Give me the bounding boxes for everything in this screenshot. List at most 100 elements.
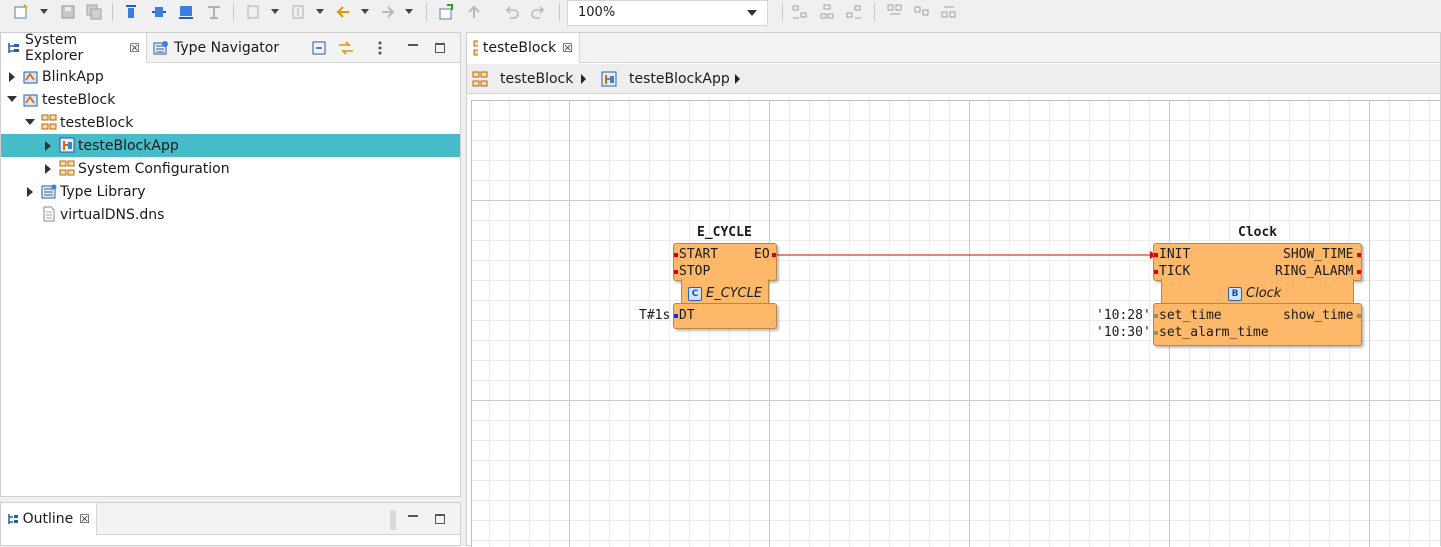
data-input-dt[interactable]: DT [679,308,695,323]
breadcrumb-item-testeblockapp[interactable]: testeBlockApp [601,71,730,87]
event-input-tick[interactable]: TICK [1159,264,1190,279]
new-icon[interactable] [12,3,30,21]
link-with-editor-icon[interactable] [337,39,355,57]
align-middle-icon[interactable] [150,3,168,21]
zoom-dropdown-icon[interactable] [737,1,767,25]
system-configuration-icon [59,160,75,176]
layout-right-icon[interactable] [845,3,863,21]
tree-item-label: Type Library [60,183,146,200]
tree-item-testeblock-system[interactable]: testeBlock [1,88,460,111]
forward-icon[interactable] [379,3,397,21]
event-input-stop[interactable]: STOP [679,264,710,279]
tree-item-label: virtualDNS.dns [60,206,165,223]
match-height-dropdown-icon[interactable] [316,9,324,14]
forward-dropdown-icon[interactable] [405,9,413,14]
event-pin[interactable] [1154,253,1158,257]
tab-outline[interactable]: Outline ☒ [1,503,97,535]
event-pin[interactable] [1154,270,1158,274]
tree-item-blinkapp[interactable]: BlinkApp [1,65,460,88]
parameter-value-dt[interactable]: T#1s [639,308,670,323]
redo-icon[interactable] [529,3,547,21]
event-input-start[interactable]: START [679,247,718,262]
align-bottom-icon[interactable] [177,3,195,21]
layout-top-icon[interactable] [886,3,904,21]
tab-type-navigator[interactable]: Type Navigator [147,33,285,63]
data-pin[interactable] [1154,331,1158,335]
breadcrumb-item-testeblock[interactable]: testeBlock [472,71,573,87]
layout-vcenter-icon[interactable] [913,3,931,21]
event-pin[interactable] [674,253,678,257]
layout-bottom-icon[interactable] [940,3,958,21]
back-icon[interactable] [334,3,352,21]
expand-icon[interactable] [45,141,51,151]
data-input-set-alarm-time[interactable]: set_alarm_time [1159,325,1269,340]
maximize-icon[interactable] [431,510,449,528]
collapse-icon[interactable] [25,119,35,125]
tree-item-type-library[interactable]: Type Library [1,180,460,203]
parameter-value-set-time[interactable]: '10:28' [1096,308,1151,323]
save-all-icon[interactable] [85,3,103,21]
export-icon[interactable] [437,3,455,21]
layout-left-icon[interactable] [791,3,809,21]
basic-type-icon: B [1228,287,1242,301]
save-icon[interactable] [59,3,77,21]
match-height-icon[interactable] [289,3,307,21]
expand-icon[interactable] [45,164,51,174]
tree-item-system-configuration[interactable]: System Configuration [1,157,460,180]
breadcrumb-chevron-icon[interactable] [735,74,740,84]
collapse-icon[interactable] [7,96,17,102]
close-icon[interactable]: ☒ [79,512,90,526]
match-width-dropdown-icon[interactable] [271,9,279,14]
breadcrumb-chevron-icon[interactable] [581,74,586,84]
tree-item-label: testeBlock [42,91,116,108]
back-dropdown-icon[interactable] [361,9,369,14]
outline-tabbar: Outline ☒ [1,503,460,535]
fb-instance-name-e-cycle[interactable]: E_CYCLE [697,225,752,240]
match-width-icon[interactable] [244,3,262,21]
zoom-combo[interactable]: 100% [567,0,768,26]
main-toolbar: 100% [0,0,1441,26]
tree-item-virtualdns[interactable]: virtualDNS.dns [1,203,460,226]
tab-testeblock-editor[interactable]: testeBlock ☒ [467,33,580,63]
tab-system-explorer[interactable]: System Explorer ☒ [1,32,147,64]
breadcrumb: testeBlock testeBlockApp [467,64,1440,94]
event-pin[interactable] [1357,270,1361,274]
application-icon [473,40,478,56]
layout-center-icon[interactable] [818,3,836,21]
data-input-set-time[interactable]: set_time [1159,308,1222,323]
expand-icon[interactable] [27,187,33,197]
close-icon[interactable]: ☒ [129,41,140,55]
outline-icon [8,514,18,524]
collapse-all-icon[interactable] [310,39,328,57]
data-pin[interactable] [1357,314,1361,318]
up-icon[interactable] [465,3,483,21]
data-pin[interactable] [1154,314,1158,318]
event-pin[interactable] [1357,253,1361,257]
data-pin[interactable] [674,314,678,318]
close-icon[interactable]: ☒ [562,41,573,55]
type-navigator-icon [153,41,168,55]
system-icon [23,71,38,84]
data-output-show-time[interactable]: show_time [1283,308,1353,323]
expand-icon[interactable] [9,72,15,82]
view-menu-icon[interactable] [371,39,389,57]
tree-item-testeblock-application[interactable]: testeBlock [1,111,460,134]
new-dropdown-icon[interactable] [40,9,48,14]
tree-item-testeblockapp[interactable]: testeBlockApp [1,134,460,157]
composite-type-icon: C [688,287,702,301]
distribute-icon[interactable] [205,3,223,21]
undo-icon[interactable] [503,3,521,21]
event-output-eo[interactable]: EO [754,247,770,262]
parameter-value-set-alarm-time[interactable]: '10:30' [1096,325,1151,340]
align-top-icon[interactable] [122,3,140,21]
event-input-init[interactable]: INIT [1159,247,1190,262]
minimize-icon[interactable] [404,39,422,57]
maximize-icon[interactable] [431,39,449,57]
event-pin[interactable] [772,253,776,257]
event-output-ring-alarm[interactable]: RING_ALARM [1275,264,1353,279]
event-pin[interactable] [674,270,678,274]
diagram-canvas[interactable]: E_CYCLE START STOP EO C E_CYCLE T#1s DT … [471,100,1440,547]
minimize-icon[interactable] [404,510,422,528]
fb-instance-name-clock[interactable]: Clock [1238,225,1277,240]
event-output-show-time[interactable]: SHOW_TIME [1283,247,1353,262]
